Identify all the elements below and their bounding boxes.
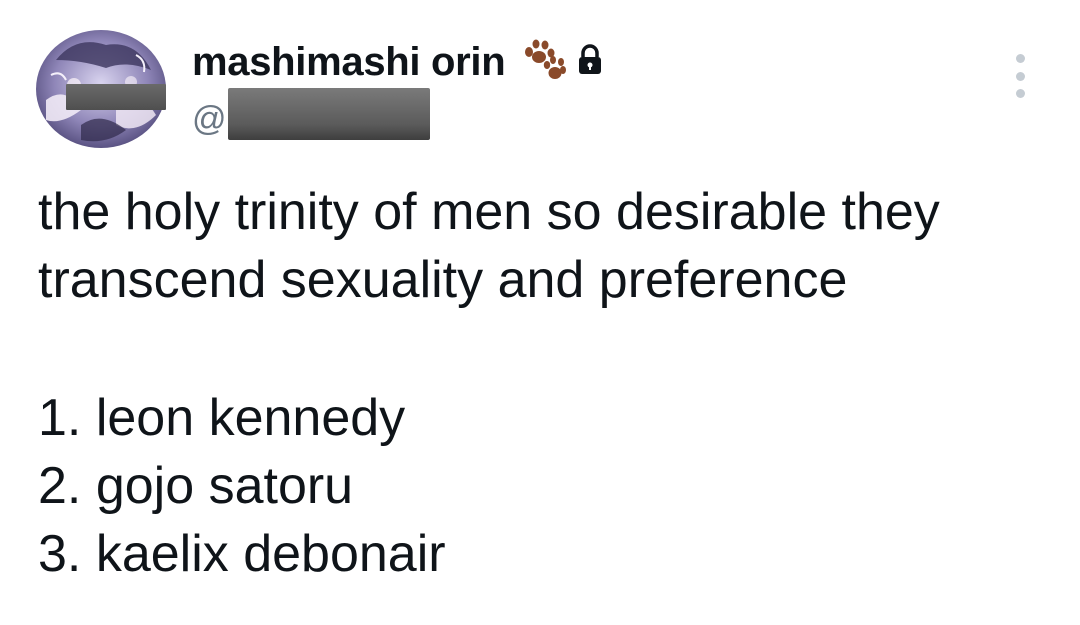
handle-prefix[interactable]: @ xyxy=(192,100,227,139)
paw-prints-icon xyxy=(521,38,567,87)
tweet-line: the holy trinity of men so desirable the… xyxy=(38,183,940,241)
redaction-bar xyxy=(228,88,430,140)
more-dot-icon xyxy=(1015,89,1025,98)
tweet-line: transcend sexuality and preference xyxy=(38,251,848,309)
handle-row: @ xyxy=(192,88,430,140)
display-name[interactable]: mashimashi orin xyxy=(192,40,506,85)
list-item: 2. gojo satoru xyxy=(38,457,354,515)
more-dot-icon xyxy=(1015,54,1025,63)
list-item: 3. kaelix debonair xyxy=(38,525,446,583)
lock-icon xyxy=(577,43,603,81)
redaction-bar xyxy=(66,84,166,110)
author-name-row: mashimashi orin xyxy=(192,34,603,90)
tweet-text: the holy trinity of men so desirable the… xyxy=(38,178,1058,588)
more-options-button[interactable] xyxy=(1008,54,1032,98)
more-dot-icon xyxy=(1015,71,1025,81)
list-item: 1. leon kennedy xyxy=(38,389,406,447)
tweet-card: mashimashi orin @ the holy trinity of me… xyxy=(0,0,1080,625)
